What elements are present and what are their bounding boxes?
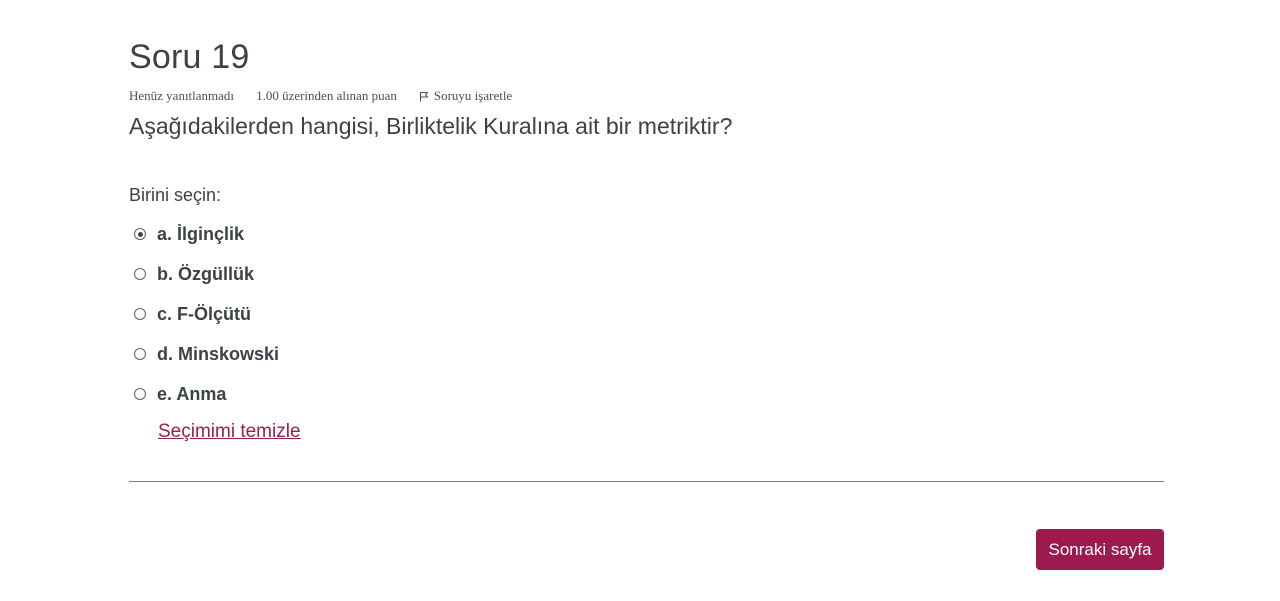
radio-selected-icon[interactable]: [134, 228, 146, 240]
flag-question-button[interactable]: Soruyu işaretle: [419, 88, 512, 104]
answer-label: b. Özgüllük: [157, 263, 254, 284]
answer-option-d[interactable]: d. Minskowski: [134, 334, 279, 374]
radio-unselected-icon[interactable]: [134, 348, 146, 360]
question-grade: 1.00 üzerinden alınan puan: [256, 88, 397, 103]
clear-choice-link[interactable]: Seçimimi temizle: [158, 421, 301, 443]
divider: [129, 481, 1164, 482]
question-title: Soru 19: [129, 38, 250, 76]
quiz-page: Soru 19 Henüz yanıtlanmadı 1.00 üzerinde…: [0, 0, 1280, 601]
answer-label: d. Minskowski: [157, 343, 280, 364]
answer-label: a. İlginçlik: [157, 223, 245, 244]
answer-option-b[interactable]: b. Özgüllük: [134, 254, 279, 294]
answer-option-a[interactable]: a. İlginçlik: [134, 214, 279, 254]
radio-unselected-icon[interactable]: [134, 308, 146, 320]
answer-option-c[interactable]: c. F-Ölçütü: [134, 294, 279, 334]
answer-option-e[interactable]: e. Anma: [134, 374, 279, 414]
question-text: Aşağıdakilerden hangisi, Birliktelik Kur…: [129, 113, 733, 139]
answer-prompt: Birini seçin:: [129, 185, 222, 205]
radio-unselected-icon[interactable]: [134, 268, 146, 280]
answer-list: a. İlginçlik b. Özgüllük c. F-Ölçütü d. …: [134, 214, 279, 414]
question-info: Henüz yanıtlanmadı 1.00 üzerinden alınan…: [129, 88, 512, 104]
question-status: Henüz yanıtlanmadı: [129, 88, 235, 103]
answer-label: c. F-Ölçütü: [157, 303, 251, 324]
next-page-button[interactable]: Sonraki sayfa: [1036, 529, 1164, 570]
flag-icon: [419, 91, 428, 101]
flag-question-label: Soruyu işaretle: [433, 88, 513, 103]
radio-unselected-icon[interactable]: [134, 388, 146, 400]
answer-label: e. Anma: [157, 383, 227, 404]
